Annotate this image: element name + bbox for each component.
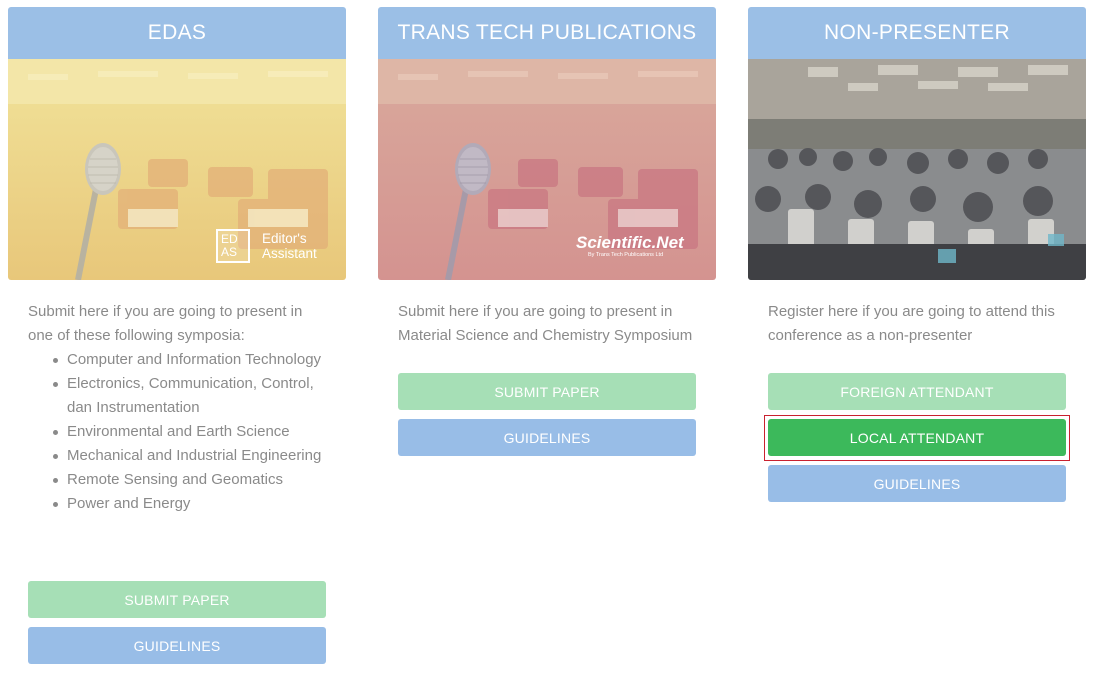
symposia-list: Computer and Information Technology Elec… xyxy=(28,348,326,516)
list-item: Environmental and Earth Science xyxy=(53,420,326,444)
edas-logo-text-line1: Editor's xyxy=(262,231,307,246)
non-presenter-description: Register here if you are going to attend… xyxy=(768,303,1055,344)
edas-logo-text-line2: Assistant xyxy=(262,246,317,261)
trans-tech-guidelines-button[interactable]: GUIDELINES xyxy=(398,419,696,456)
trans-tech-card-body: Submit here if you are going to present … xyxy=(378,280,716,348)
edas-card-body: Submit here if you are going to present … xyxy=(8,280,346,516)
trans-tech-description: Submit here if you are going to present … xyxy=(398,303,693,344)
edas-submit-paper-button[interactable]: SUBMIT PAPER xyxy=(28,581,326,618)
edas-card: EDAS ED AS Editor's Assistant Submit her… xyxy=(8,7,346,664)
edas-guidelines-button[interactable]: GUIDELINES xyxy=(28,627,326,664)
list-item: Mechanical and Industrial Engineering xyxy=(53,444,326,468)
non-presenter-card: NON-PRESENTER Register here if you are g… xyxy=(748,7,1086,502)
edas-banner-image: ED AS Editor's Assistant xyxy=(8,59,346,280)
audience-photo-image xyxy=(748,59,1086,280)
registration-page: EDAS ED AS Editor's Assistant Submit her… xyxy=(0,0,1097,677)
local-attendant-button[interactable]: LOCAL ATTENDANT xyxy=(768,419,1066,456)
trans-tech-card: TRANS TECH PUBLICATIONS Scientific.Net B… xyxy=(378,7,716,456)
edas-logo: ED AS Editor's Assistant xyxy=(216,229,317,263)
trans-tech-banner-image: Scientific.Net By Trans Tech Publication… xyxy=(378,59,716,280)
edas-logo-mark: ED AS xyxy=(216,229,250,263)
non-presenter-banner-image xyxy=(748,59,1086,280)
edas-logo-text: Editor's Assistant xyxy=(262,231,317,261)
non-presenter-card-title: NON-PRESENTER xyxy=(748,7,1086,59)
list-item: Power and Energy xyxy=(53,492,326,516)
trans-tech-submit-paper-button[interactable]: SUBMIT PAPER xyxy=(398,373,696,410)
trans-tech-card-title: TRANS TECH PUBLICATIONS xyxy=(378,7,716,59)
foreign-attendant-button[interactable]: FOREIGN ATTENDANT xyxy=(768,373,1066,410)
edas-description: Submit here if you are going to present … xyxy=(28,303,303,344)
non-presenter-card-body: Register here if you are going to attend… xyxy=(748,280,1086,348)
scientific-net-logo: Scientific.Net By Trans Tech Publication… xyxy=(576,234,684,259)
edas-logo-mark-line2: AS xyxy=(221,245,238,259)
list-item: Remote Sensing and Geomatics xyxy=(53,468,326,492)
scientific-net-logo-text: Scientific.Net xyxy=(576,233,684,252)
non-presenter-guidelines-button[interactable]: GUIDELINES xyxy=(768,465,1066,502)
edas-card-title: EDAS xyxy=(8,7,346,59)
list-item: Electronics, Communication, Control, dan… xyxy=(53,372,326,420)
scientific-net-logo-subtitle: By Trans Tech Publications Ltd xyxy=(588,252,664,258)
list-item: Computer and Information Technology xyxy=(53,348,326,372)
